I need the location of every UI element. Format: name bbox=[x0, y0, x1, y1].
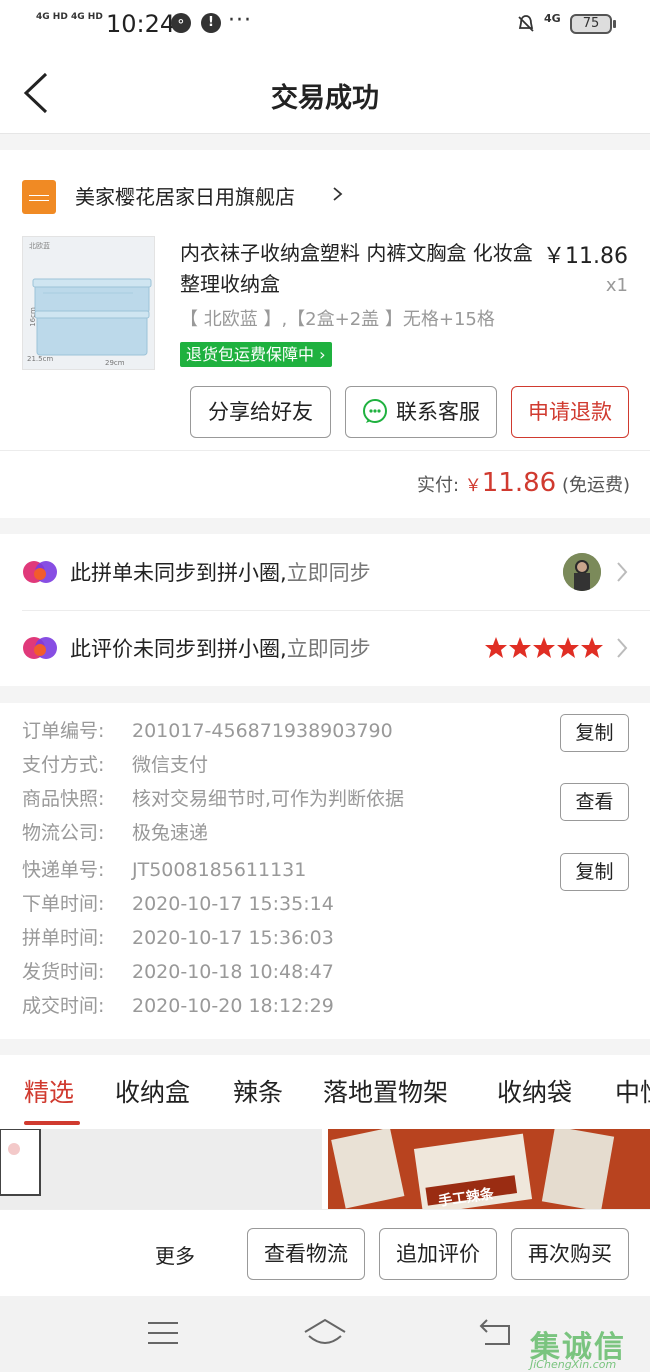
product-card-right[interactable]: 手工辣条 bbox=[328, 1129, 650, 1209]
info-row-order-number: 订单编号: 201017-456871938903790 bbox=[22, 720, 393, 742]
clock: 10:24 bbox=[106, 10, 176, 38]
order-info-card: 订单编号: 201017-456871938903790 支付方式: 微信支付 商品… bbox=[0, 703, 650, 1039]
tab-storage-box[interactable]: 收纳盒 bbox=[115, 1073, 190, 1109]
sync-order-action[interactable]: 立即同步 bbox=[287, 561, 371, 585]
menu-icon[interactable] bbox=[147, 1320, 179, 1346]
paid-label: 实付: bbox=[416, 475, 460, 496]
watermark: 集诚信 JiChengXin.com bbox=[530, 1322, 650, 1372]
info-row-tracking-number: 快递单号: JT5008185611131 bbox=[22, 859, 307, 881]
image-label-length: 29cm bbox=[105, 359, 125, 367]
paid-value: 11.86 bbox=[481, 468, 557, 498]
pinxiaoquan-logo-icon bbox=[23, 637, 57, 659]
product-thumbnail[interactable]: 北欧蓝 21.5cm 29cm 16cm bbox=[22, 236, 155, 370]
info-row-snapshot: 商品快照: 核对交易细节时,可作为判断依据 bbox=[22, 788, 405, 810]
info-row-complete-time: 成交时间: 2020-10-20 18:12:29 bbox=[22, 995, 334, 1017]
guarantee-label: 退货包运费保障中 bbox=[186, 345, 315, 364]
sync-order-row[interactable]: 此拼单未同步到拼小圈,立即同步 bbox=[0, 534, 650, 611]
pinxiaoquan-logo-icon bbox=[23, 561, 57, 583]
contact-service-label: 联系客服 bbox=[396, 400, 480, 424]
info-row-payment-method: 支付方式: 微信支付 bbox=[22, 754, 209, 776]
view-logistics-button[interactable]: 查看物流 bbox=[247, 1228, 365, 1280]
image-label-color: 北欧蓝 bbox=[29, 242, 50, 250]
shop-logo[interactable] bbox=[22, 180, 56, 214]
watermark-sub: JiChengXin.com bbox=[530, 1358, 617, 1371]
sync-review-row[interactable]: 此评价未同步到拼小圈,立即同步 bbox=[0, 610, 650, 686]
tab-featured[interactable]: 精选 bbox=[24, 1073, 74, 1109]
product-quantity: x1 bbox=[605, 275, 628, 296]
avatar bbox=[563, 553, 601, 591]
more-notifications-icon: ··· bbox=[228, 8, 252, 33]
tab-floor-shelf[interactable]: 落地置物架 bbox=[323, 1073, 448, 1109]
chevron-right-icon bbox=[617, 638, 628, 658]
signal-indicator-2: 4G HD bbox=[71, 12, 103, 22]
contact-service-button[interactable]: 联系客服 bbox=[345, 386, 497, 438]
category-tabs: 精选 收纳盒 辣条 落地置物架 收纳袋 中性 bbox=[0, 1055, 650, 1127]
rebuy-button[interactable]: 再次购买 bbox=[511, 1228, 629, 1280]
star-icon bbox=[581, 637, 603, 658]
bottom-action-bar: 更多 查看物流 追加评价 再次购买 bbox=[0, 1209, 650, 1296]
star-rating bbox=[485, 637, 603, 658]
star-icon bbox=[509, 637, 531, 658]
order-product-card: 美家樱花居家日用旗舰店 北欧蓝 21.5cm 29cm 16cm 内衣袜子收纳盒… bbox=[0, 150, 650, 518]
refund-button[interactable]: 申请退款 bbox=[511, 386, 629, 438]
product-title[interactable]: 内衣袜子收纳盒塑料 内裤文胸盒 化妆盒 整理收纳盒 bbox=[180, 238, 542, 300]
shop-name[interactable]: 美家樱花居家日用旗舰店 bbox=[75, 181, 295, 210]
mute-bell-icon bbox=[518, 15, 534, 32]
chevron-right-icon[interactable] bbox=[332, 187, 344, 201]
network-indicator: 4G bbox=[544, 12, 561, 25]
signal-indicator-1: 4G HD bbox=[36, 12, 68, 22]
page-title: 交易成功 bbox=[271, 83, 379, 114]
battery-icon: 75 bbox=[570, 14, 616, 34]
chevron-right-icon bbox=[617, 562, 628, 582]
info-row-order-time: 下单时间: 2020-10-17 15:35:14 bbox=[22, 893, 334, 915]
sync-order-text: 此拼单未同步到拼小圈, bbox=[70, 561, 287, 585]
shipping-note: (免运费) bbox=[561, 475, 630, 496]
tab-neutral[interactable]: 中性 bbox=[615, 1073, 650, 1109]
more-button[interactable]: 更多 bbox=[155, 1240, 195, 1269]
image-label-height: 16cm bbox=[28, 307, 37, 327]
avatar-image bbox=[563, 553, 601, 591]
info-row-logistics-company: 物流公司: 极兔速递 bbox=[22, 822, 209, 844]
recommendation-section: 精选 收纳盒 辣条 落地置物架 收纳袋 中性 手工辣条 bbox=[0, 1055, 650, 1209]
return-shipping-guarantee-badge[interactable]: 退货包运费保障中 › bbox=[180, 342, 332, 367]
chevron-right-icon: › bbox=[319, 345, 326, 364]
product-spec: 【 北欧蓝 】,【2盒+2盖 】无格+15格 bbox=[180, 309, 495, 330]
product-price: ￥11.86 bbox=[543, 244, 628, 269]
product-card-left[interactable] bbox=[0, 1128, 322, 1209]
status-bar: 4G HD 4G HD 10:24 ⚬ ! ··· 4G 75 bbox=[0, 0, 650, 52]
active-tab-indicator bbox=[24, 1121, 80, 1125]
image-label-width: 21.5cm bbox=[27, 355, 54, 363]
share-button[interactable]: 分享给好友 bbox=[190, 386, 331, 438]
sync-card: 此拼单未同步到拼小圈,立即同步 此评价未同步到拼小圈,立即同步 bbox=[0, 534, 650, 686]
info-row-ship-time: 发货时间: 2020-10-18 10:48:47 bbox=[22, 961, 334, 983]
info-row-group-time: 拼单时间: 2020-10-17 15:36:03 bbox=[22, 927, 334, 949]
divider bbox=[0, 450, 650, 451]
alert-icon: ! bbox=[201, 13, 221, 33]
tab-storage-bag[interactable]: 收纳袋 bbox=[497, 1073, 572, 1109]
nav-bar: 交易成功 bbox=[0, 52, 650, 134]
product-image bbox=[0, 1128, 322, 1209]
sync-review-text: 此评价未同步到拼小圈, bbox=[70, 637, 287, 661]
chat-icon bbox=[363, 399, 387, 423]
star-icon bbox=[533, 637, 555, 658]
view-snapshot-button[interactable]: 查看 bbox=[560, 783, 629, 821]
copy-tracking-number-button[interactable]: 复制 bbox=[560, 853, 629, 891]
star-icon bbox=[557, 637, 579, 658]
paid-currency: ￥ bbox=[464, 476, 482, 496]
storage-box-image bbox=[23, 237, 154, 369]
tab-spicy-strips[interactable]: 辣条 bbox=[233, 1073, 283, 1109]
star-icon bbox=[485, 637, 507, 658]
sync-review-action[interactable]: 立即同步 bbox=[287, 637, 371, 661]
compass-icon: ⚬ bbox=[171, 13, 191, 33]
copy-order-number-button[interactable]: 复制 bbox=[560, 714, 629, 752]
add-review-button[interactable]: 追加评价 bbox=[379, 1228, 497, 1280]
back-icon[interactable] bbox=[479, 1318, 513, 1346]
home-icon[interactable] bbox=[303, 1318, 347, 1348]
paid-amount: 实付: ￥11.86 (免运费) bbox=[417, 468, 630, 498]
